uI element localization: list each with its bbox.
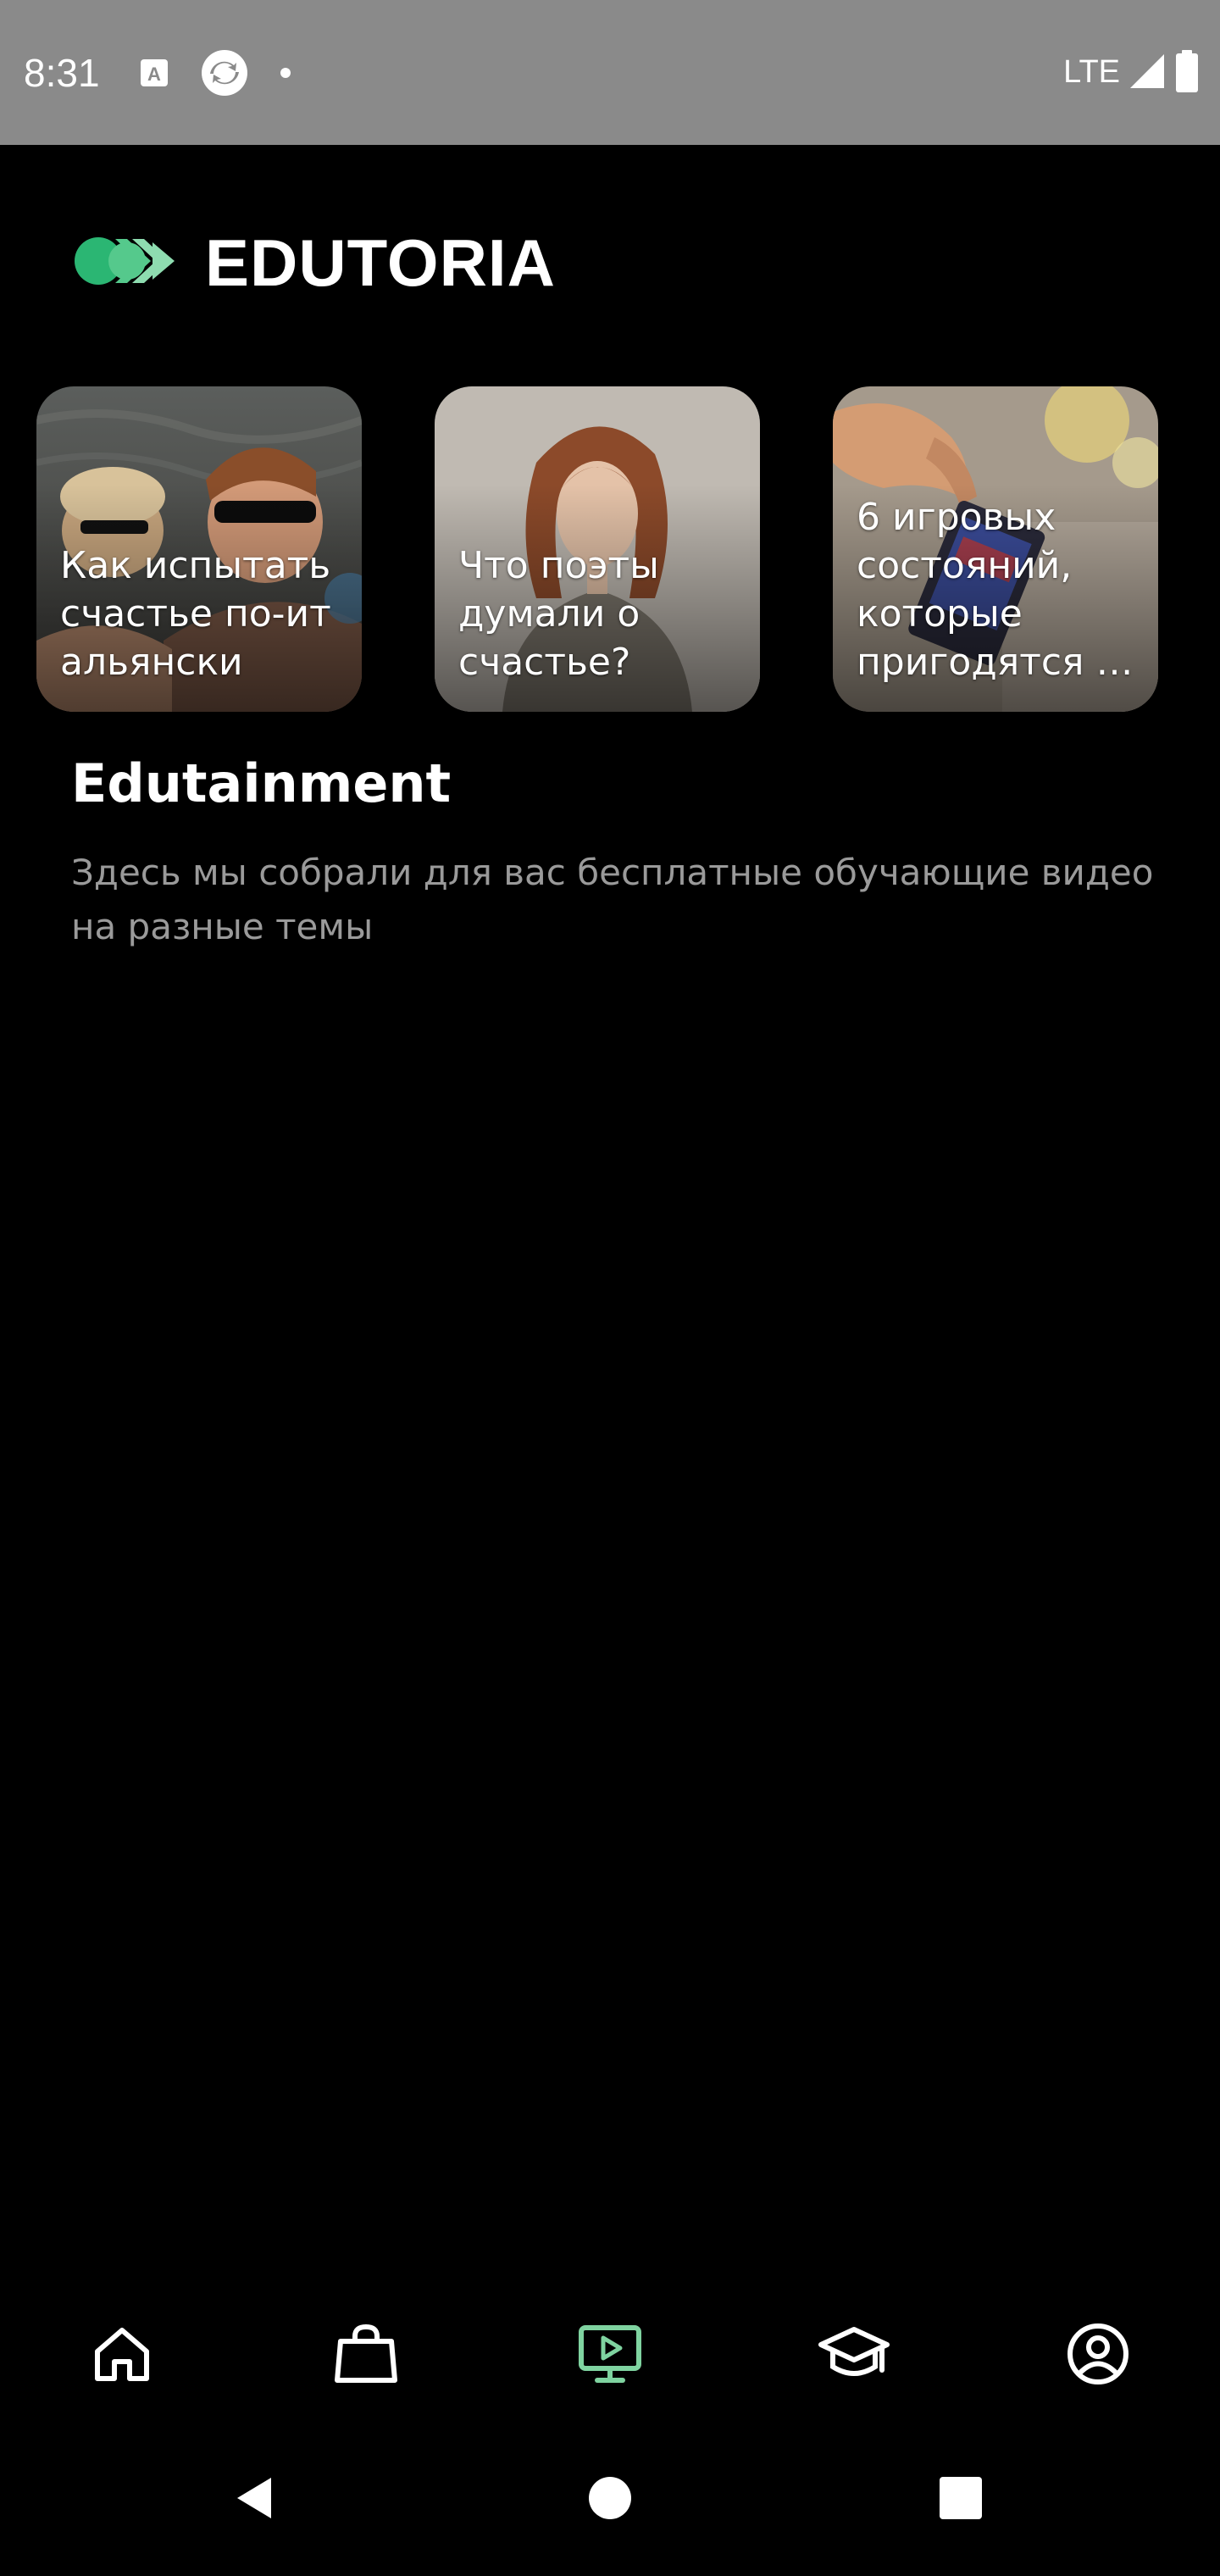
video-title: Как испытать счастье по-ит альянски — [60, 544, 331, 684]
video-title: 6 игровых состояний, которые пригодятся … — [857, 496, 1134, 684]
section-title: Edutainment — [71, 752, 452, 814]
nav-video[interactable] — [568, 2313, 652, 2398]
system-home-button[interactable] — [576, 2466, 644, 2534]
system-recents-button[interactable] — [927, 2466, 995, 2534]
bottom-navigation — [0, 2279, 1220, 2423]
video-card[interactable]: Как испытать счастье по-ит альянски — [36, 386, 362, 712]
video-play-icon — [577, 2323, 643, 2389]
home-icon — [91, 2323, 153, 2389]
nav-courses[interactable] — [812, 2313, 896, 2398]
video-title: Что поэты думали о счастье? — [458, 544, 659, 684]
video-carousel[interactable]: Как испытать счастье по-ит альянски Что … — [36, 386, 1220, 712]
video-card[interactable]: 6 игровых состояний, которые пригодятся … — [833, 386, 1158, 712]
brand-name: EDUTORIA — [205, 225, 556, 300]
graduation-cap-icon — [818, 2323, 890, 2389]
nav-shop[interactable] — [324, 2313, 408, 2398]
shopping-bag-icon — [332, 2323, 400, 2389]
status-time: 8:31 — [24, 50, 100, 95]
recents-square-icon — [938, 2475, 984, 2524]
status-bar: 8:31 A LTE — [0, 0, 1220, 145]
logo-mark-icon — [71, 234, 185, 291]
battery-icon — [1174, 49, 1200, 97]
keyboard-a-icon: A — [139, 58, 169, 88]
video-card[interactable]: Что поэты думали о счастье? — [435, 386, 760, 712]
nav-home[interactable] — [80, 2313, 164, 2398]
status-right: LTE — [1063, 0, 1200, 145]
notification-dot-icon — [280, 67, 291, 79]
back-icon — [229, 2473, 280, 2527]
signal-icon — [1128, 53, 1166, 93]
system-navigation — [0, 2423, 1220, 2576]
nav-profile[interactable] — [1056, 2313, 1140, 2398]
section-description: Здесь мы собрали для вас бесплатные обуч… — [71, 852, 1154, 947]
app-logo: EDUTORIA — [71, 225, 556, 300]
network-type: LTE — [1063, 54, 1120, 90]
system-back-button[interactable] — [220, 2466, 288, 2534]
profile-icon — [1066, 2322, 1130, 2390]
svg-text:A: A — [147, 64, 161, 85]
home-circle-icon — [586, 2474, 634, 2525]
sync-app-icon — [200, 48, 249, 97]
